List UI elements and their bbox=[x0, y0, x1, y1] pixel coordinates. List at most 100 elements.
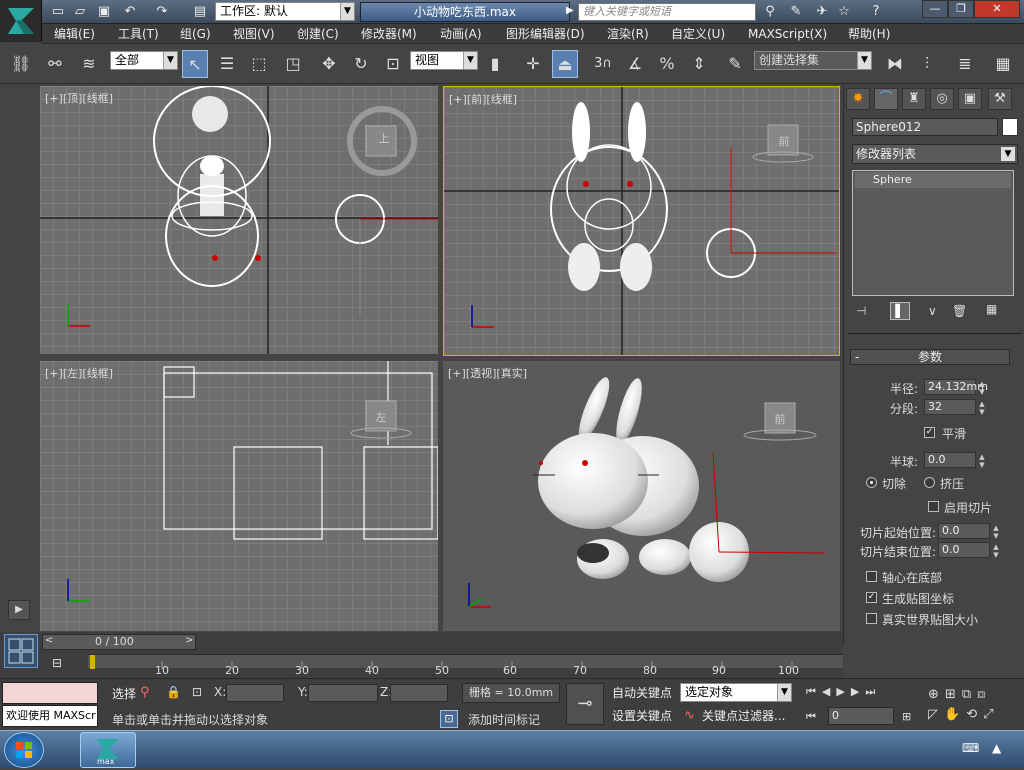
curve-editor-icon[interactable]: ⊟ bbox=[52, 656, 62, 670]
open-file-icon[interactable]: ▱ bbox=[70, 3, 90, 21]
mirror-icon[interactable]: ⧓ bbox=[882, 50, 908, 78]
y-coord-field[interactable] bbox=[308, 684, 378, 702]
menu-maxscript[interactable]: MAXScript(X) bbox=[748, 26, 827, 42]
layer-manager-icon[interactable]: ≣ bbox=[952, 50, 978, 78]
absolute-mode-icon[interactable]: ⊡ bbox=[192, 685, 202, 699]
help-icon[interactable]: ? bbox=[866, 3, 886, 21]
viewcube-persp-label[interactable]: 前 bbox=[770, 411, 790, 427]
viewcube-left-label[interactable]: 左 bbox=[371, 409, 391, 425]
menu-rendering[interactable]: 渲染(R) bbox=[607, 26, 649, 42]
viewport-layout-icon[interactable] bbox=[4, 634, 38, 668]
selection-filter-select[interactable]: 全部 ▼ bbox=[110, 51, 178, 70]
segments-spinner[interactable]: 32 ▲ ▼ bbox=[924, 399, 985, 416]
keyboard-tray-icon[interactable]: ⌨ bbox=[962, 741, 979, 755]
object-name-field[interactable]: Sphere012 bbox=[852, 118, 998, 136]
time-slider-prev-icon[interactable]: < bbox=[45, 635, 53, 646]
binoculars-icon[interactable]: ⚲ bbox=[760, 3, 780, 21]
spinner-arrows-icon[interactable]: ▲ ▼ bbox=[977, 453, 987, 469]
maxscript-listener-pink[interactable] bbox=[2, 682, 98, 704]
real-world-map-checkbox[interactable] bbox=[866, 613, 877, 624]
slice-from-spinner[interactable]: 0.0 ▲ ▼ bbox=[938, 523, 999, 540]
menu-animation[interactable]: 动画(A) bbox=[440, 26, 482, 42]
communication-icon[interactable]: ✈ bbox=[812, 3, 832, 21]
select-by-name-icon[interactable]: ☰ bbox=[214, 50, 240, 78]
save-icon[interactable]: ▣ bbox=[94, 3, 114, 21]
edit-named-sel-icon[interactable]: ✎ bbox=[722, 50, 748, 78]
bind-spacewarp-icon[interactable]: ≋ bbox=[76, 50, 102, 78]
menu-modifiers[interactable]: 修改器(M) bbox=[361, 26, 417, 42]
zoom-extents-all-icon[interactable]: ⧈ bbox=[977, 687, 991, 702]
time-slider[interactable]: < 0 / 100 > bbox=[42, 634, 196, 650]
maximize-viewport-icon[interactable]: ⤢ bbox=[983, 707, 999, 722]
named-selection-select[interactable]: 创建选择集 ▼ bbox=[754, 51, 872, 70]
key-mode-select[interactable]: 选定对象 ▼ bbox=[680, 683, 792, 702]
viewcube-top-label[interactable]: 上 bbox=[374, 130, 394, 146]
menu-edit[interactable]: 编辑(E) bbox=[54, 26, 95, 42]
viewport-shading[interactable]: [线框] bbox=[82, 92, 113, 105]
play-triangle-icon[interactable]: ▶ bbox=[8, 600, 30, 620]
new-file-icon[interactable]: ▭ bbox=[48, 3, 68, 21]
close-button[interactable]: ✕ bbox=[974, 0, 1020, 18]
expand-arrow-icon[interactable]: ▶ bbox=[566, 5, 574, 16]
isolate-selection-icon[interactable]: ⚲ bbox=[140, 685, 150, 700]
time-tag-icon[interactable]: ⊡ bbox=[440, 710, 458, 728]
subscription-icon[interactable]: ✎ bbox=[786, 3, 806, 21]
lock-selection-icon[interactable]: 🔒 bbox=[166, 685, 181, 699]
configure-sets-icon[interactable]: ▦ bbox=[986, 302, 997, 316]
create-tab-icon[interactable]: ✸ bbox=[846, 88, 870, 110]
auto-key-button[interactable]: 自动关键点 bbox=[608, 683, 676, 703]
field-of-view-icon[interactable]: ◸ bbox=[928, 707, 944, 722]
undo-icon[interactable]: ↶ bbox=[120, 3, 140, 21]
keyboard-shortcut-override-icon[interactable]: ⏏ bbox=[552, 50, 578, 78]
slice-on-checkbox[interactable] bbox=[928, 501, 939, 512]
rotate-icon[interactable]: ↻ bbox=[348, 50, 374, 78]
graphite-tools-icon[interactable]: ▦ bbox=[990, 50, 1016, 78]
pin-stack-icon[interactable]: ⊣ bbox=[856, 304, 866, 318]
start-button[interactable] bbox=[4, 732, 44, 768]
z-coord-field[interactable] bbox=[390, 684, 448, 702]
utilities-tab-icon[interactable]: ⚒ bbox=[988, 88, 1012, 110]
viewport-label-top[interactable]: [+][顶][线框] bbox=[45, 90, 113, 106]
stack-item-sphere[interactable]: Sphere bbox=[855, 172, 1011, 188]
add-time-tag-label[interactable]: 添加时间标记 bbox=[468, 711, 540, 728]
tray-expand-icon[interactable]: ▲ bbox=[992, 741, 1001, 755]
select-object-icon[interactable]: ↖ bbox=[182, 50, 208, 78]
viewport-label-perspective[interactable]: [+][透视][真实] bbox=[448, 365, 527, 381]
maxscript-listener-white[interactable]: 欢迎使用 MAXScr bbox=[2, 705, 98, 727]
viewport-menu[interactable]: [+] bbox=[449, 93, 467, 106]
ref-coord-select[interactable]: 视图 ▼ bbox=[410, 51, 478, 70]
spinner-arrows-icon[interactable]: ▲ ▼ bbox=[991, 543, 1001, 559]
set-key-button[interactable]: 设置关键点 bbox=[608, 706, 676, 726]
move-icon[interactable]: ✥ bbox=[316, 50, 342, 78]
x-coord-field[interactable] bbox=[226, 684, 284, 702]
viewport-menu[interactable]: [+] bbox=[45, 367, 63, 380]
set-key-icon[interactable]: ⊸ bbox=[566, 683, 604, 725]
make-unique-icon[interactable]: ∨ bbox=[928, 304, 937, 318]
viewport-front[interactable]: [+][前][线框] 前 bbox=[443, 86, 840, 356]
viewport-shading[interactable]: [真实] bbox=[496, 367, 527, 380]
orbit-icon[interactable]: ⟲ bbox=[966, 707, 983, 722]
viewport-menu[interactable]: [+] bbox=[45, 92, 63, 105]
snap-toggle-icon[interactable]: 3∩ bbox=[590, 50, 616, 78]
unlink-icon[interactable]: ⚯ bbox=[42, 50, 68, 78]
pan-icon[interactable]: ✋ bbox=[944, 707, 966, 722]
prev-frame-icon[interactable]: ◀ bbox=[822, 685, 836, 698]
menu-tools[interactable]: 工具(T) bbox=[118, 26, 159, 42]
viewport-label-left[interactable]: [+][左][线框] bbox=[45, 365, 113, 381]
viewport-left[interactable]: [+][左][线框] 左 bbox=[40, 361, 438, 631]
project-folder-icon[interactable]: ▤ bbox=[190, 3, 210, 21]
viewport-name[interactable]: [左] bbox=[63, 367, 83, 380]
favorites-star-icon[interactable]: ☆ bbox=[834, 3, 854, 21]
viewport-shading[interactable]: [线框] bbox=[82, 367, 113, 380]
show-end-result-icon[interactable]: ▌ bbox=[890, 302, 910, 320]
link-icon[interactable]: ⛓ bbox=[8, 50, 34, 78]
viewport-label-front[interactable]: [+][前][线框] bbox=[449, 91, 517, 107]
menu-views[interactable]: 视图(V) bbox=[233, 26, 275, 42]
hemisphere-spinner[interactable]: 0.0 ▲ ▼ bbox=[924, 452, 985, 469]
spinner-snap-icon[interactable]: ⇕ bbox=[686, 50, 712, 78]
rect-selection-icon[interactable]: ⬚ bbox=[246, 50, 272, 78]
zoom-icon[interactable]: ⊕ bbox=[928, 687, 945, 702]
menu-group[interactable]: 组(G) bbox=[180, 26, 211, 42]
next-frame-icon[interactable]: ▶ bbox=[851, 685, 865, 698]
motion-tab-icon[interactable]: ◎ bbox=[930, 88, 954, 110]
